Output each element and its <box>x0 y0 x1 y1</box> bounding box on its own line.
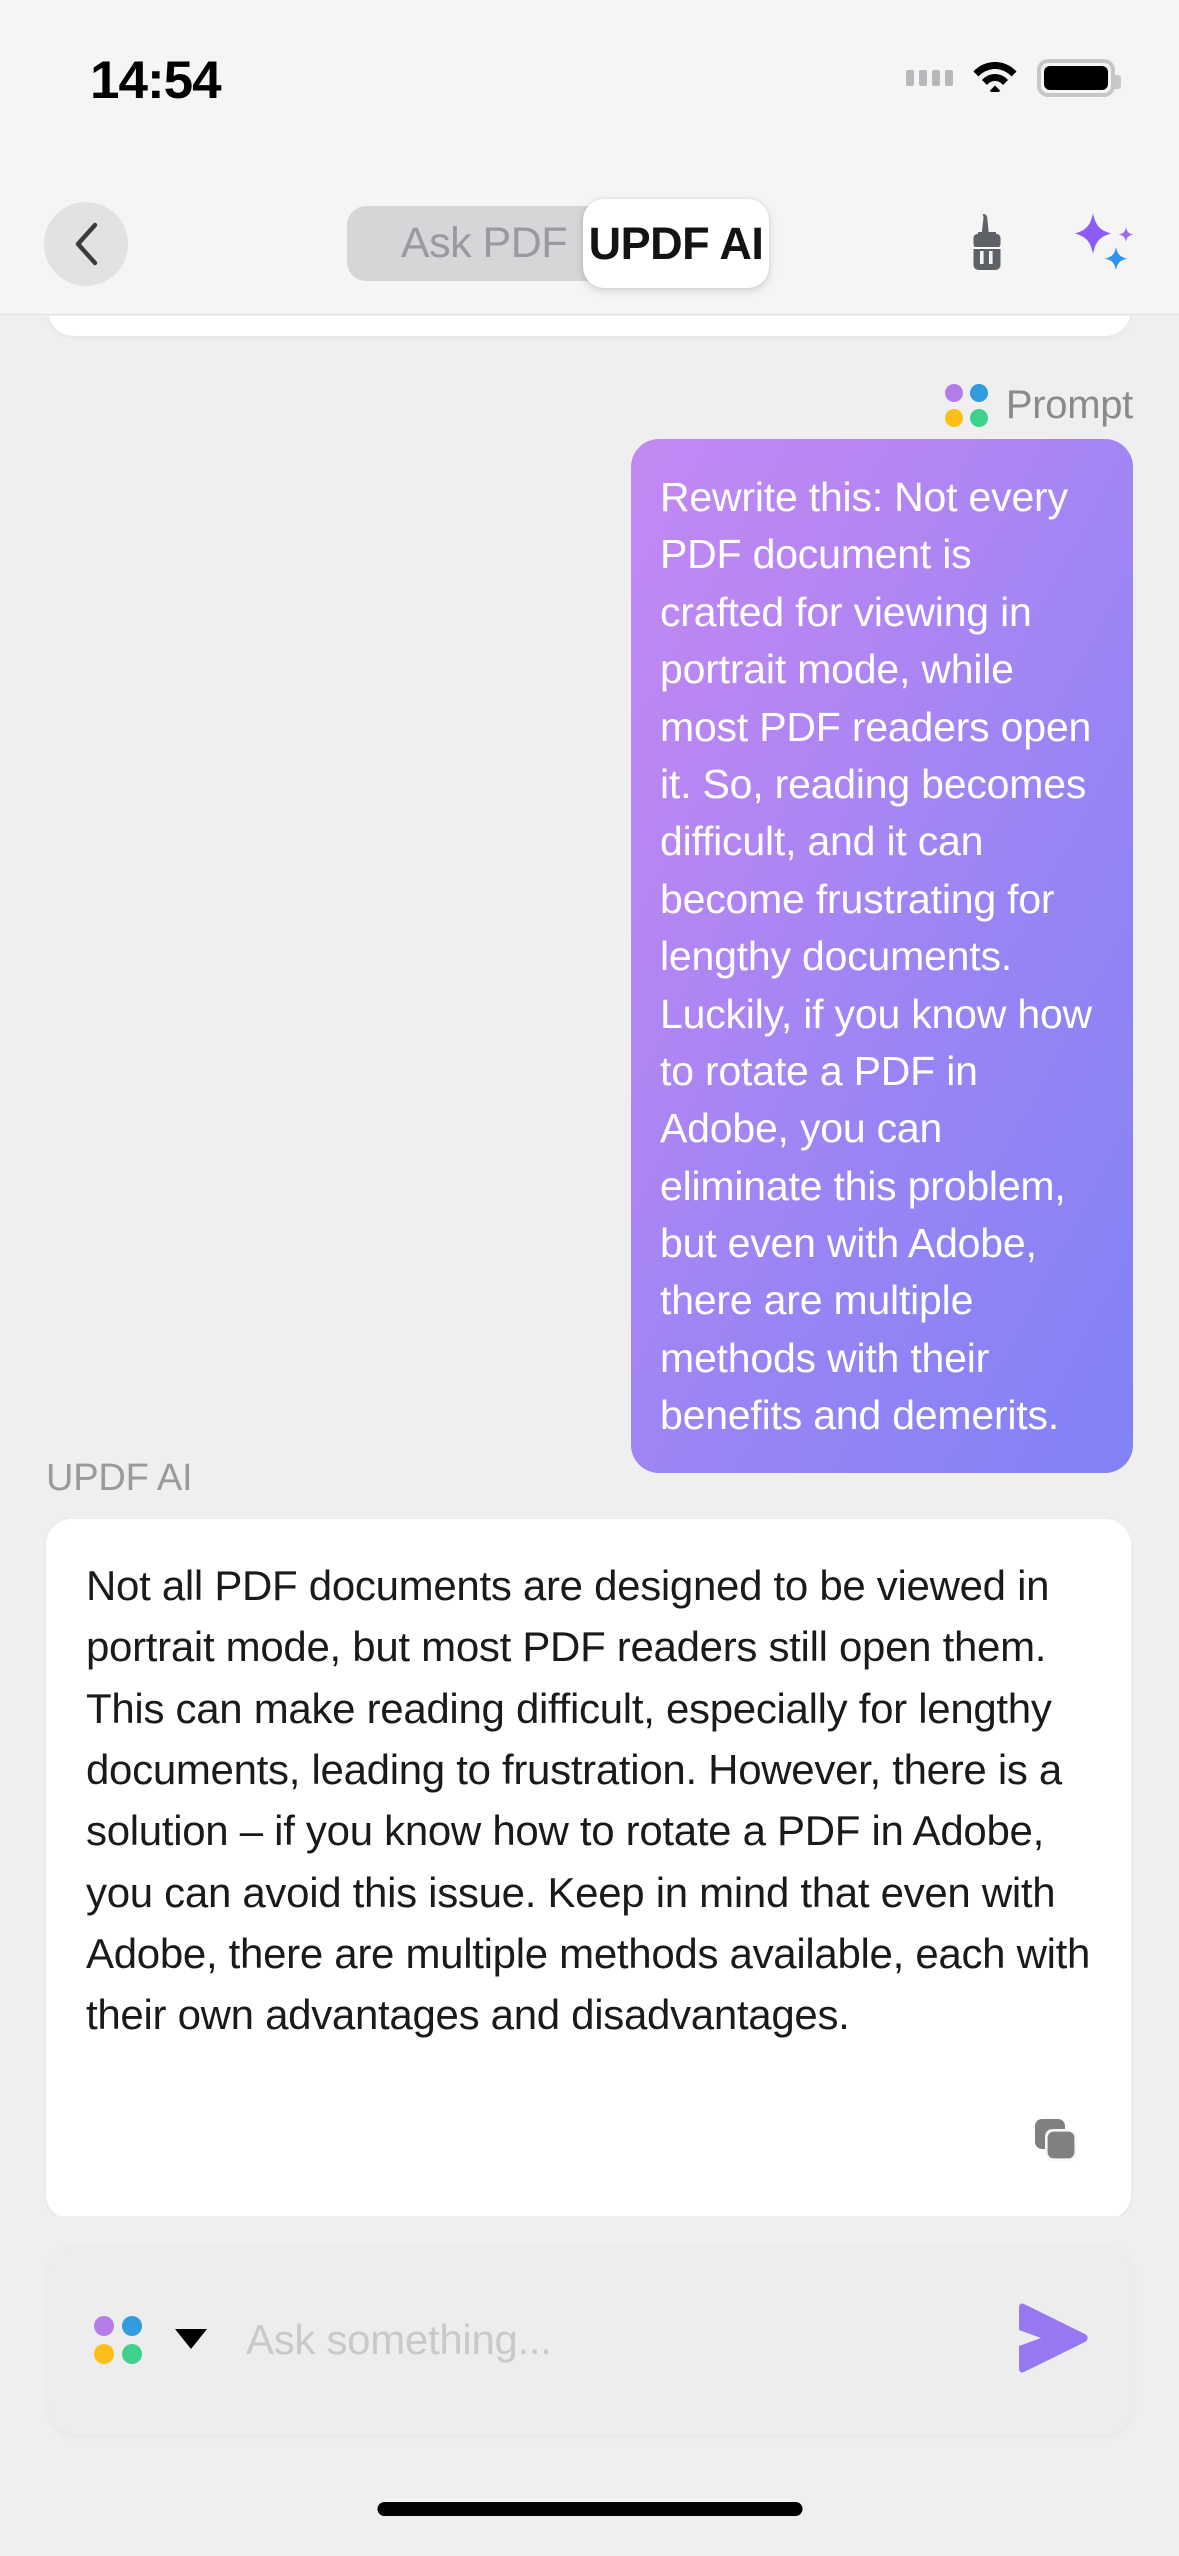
caret-down-icon <box>172 2324 210 2357</box>
message-input[interactable] <box>246 2316 971 2364</box>
brush-button[interactable] <box>952 211 1022 281</box>
status-bar-time: 14:54 <box>90 51 222 110</box>
send-arrow-icon <box>1005 2298 1097 2383</box>
copy-button[interactable] <box>1019 2108 1091 2180</box>
assistant-message-text: Not all PDF documents are designed to be… <box>86 1562 1091 2039</box>
model-dropdown-button[interactable] <box>168 2317 214 2363</box>
tab-ask-pdf[interactable]: Ask PDF <box>347 206 621 281</box>
previous-message-card <box>48 316 1131 336</box>
tab-updf-ai[interactable]: UPDF AI <box>583 199 769 288</box>
four-color-dots-icon <box>94 2316 142 2364</box>
app-screen: 14:54 Ask PDF UPDF AI Prompt Rewrite thi… <box>0 0 1179 2556</box>
brush-icon <box>960 212 1014 281</box>
back-button[interactable] <box>44 202 128 286</box>
copy-icon <box>1025 2111 1085 2176</box>
status-bar-indicators <box>906 58 1121 97</box>
prompt-label-row: Prompt <box>944 383 1133 428</box>
sparkles-icon <box>1066 207 1140 286</box>
message-composer <box>48 2245 1133 2435</box>
signal-dots-icon <box>906 69 953 86</box>
assistant-message-actions <box>86 2108 1091 2180</box>
mode-segmented-control: Ask PDF <box>347 206 621 281</box>
app-header: Ask PDF UPDF AI <box>0 175 1179 315</box>
chevron-left-icon <box>73 222 99 266</box>
four-color-dots-icon <box>944 384 988 427</box>
composer-model-dots-button[interactable] <box>94 2316 142 2364</box>
assistant-message-card: Not all PDF documents are designed to be… <box>46 1519 1131 2216</box>
home-indicator <box>377 2502 802 2516</box>
ai-sparkle-button[interactable] <box>1066 209 1140 283</box>
conversation-scroll[interactable]: Prompt Rewrite this: Not every PDF docum… <box>0 316 1179 2216</box>
battery-full-icon <box>1037 58 1121 97</box>
send-button[interactable] <box>991 2280 1111 2400</box>
status-bar: 14:54 <box>0 0 1179 175</box>
prompt-label: Prompt <box>1005 383 1133 427</box>
wifi-icon <box>972 58 1018 97</box>
assistant-label: UPDF AI <box>46 1457 193 1499</box>
user-message-bubble: Rewrite this: Not every PDF document is … <box>631 439 1133 1473</box>
